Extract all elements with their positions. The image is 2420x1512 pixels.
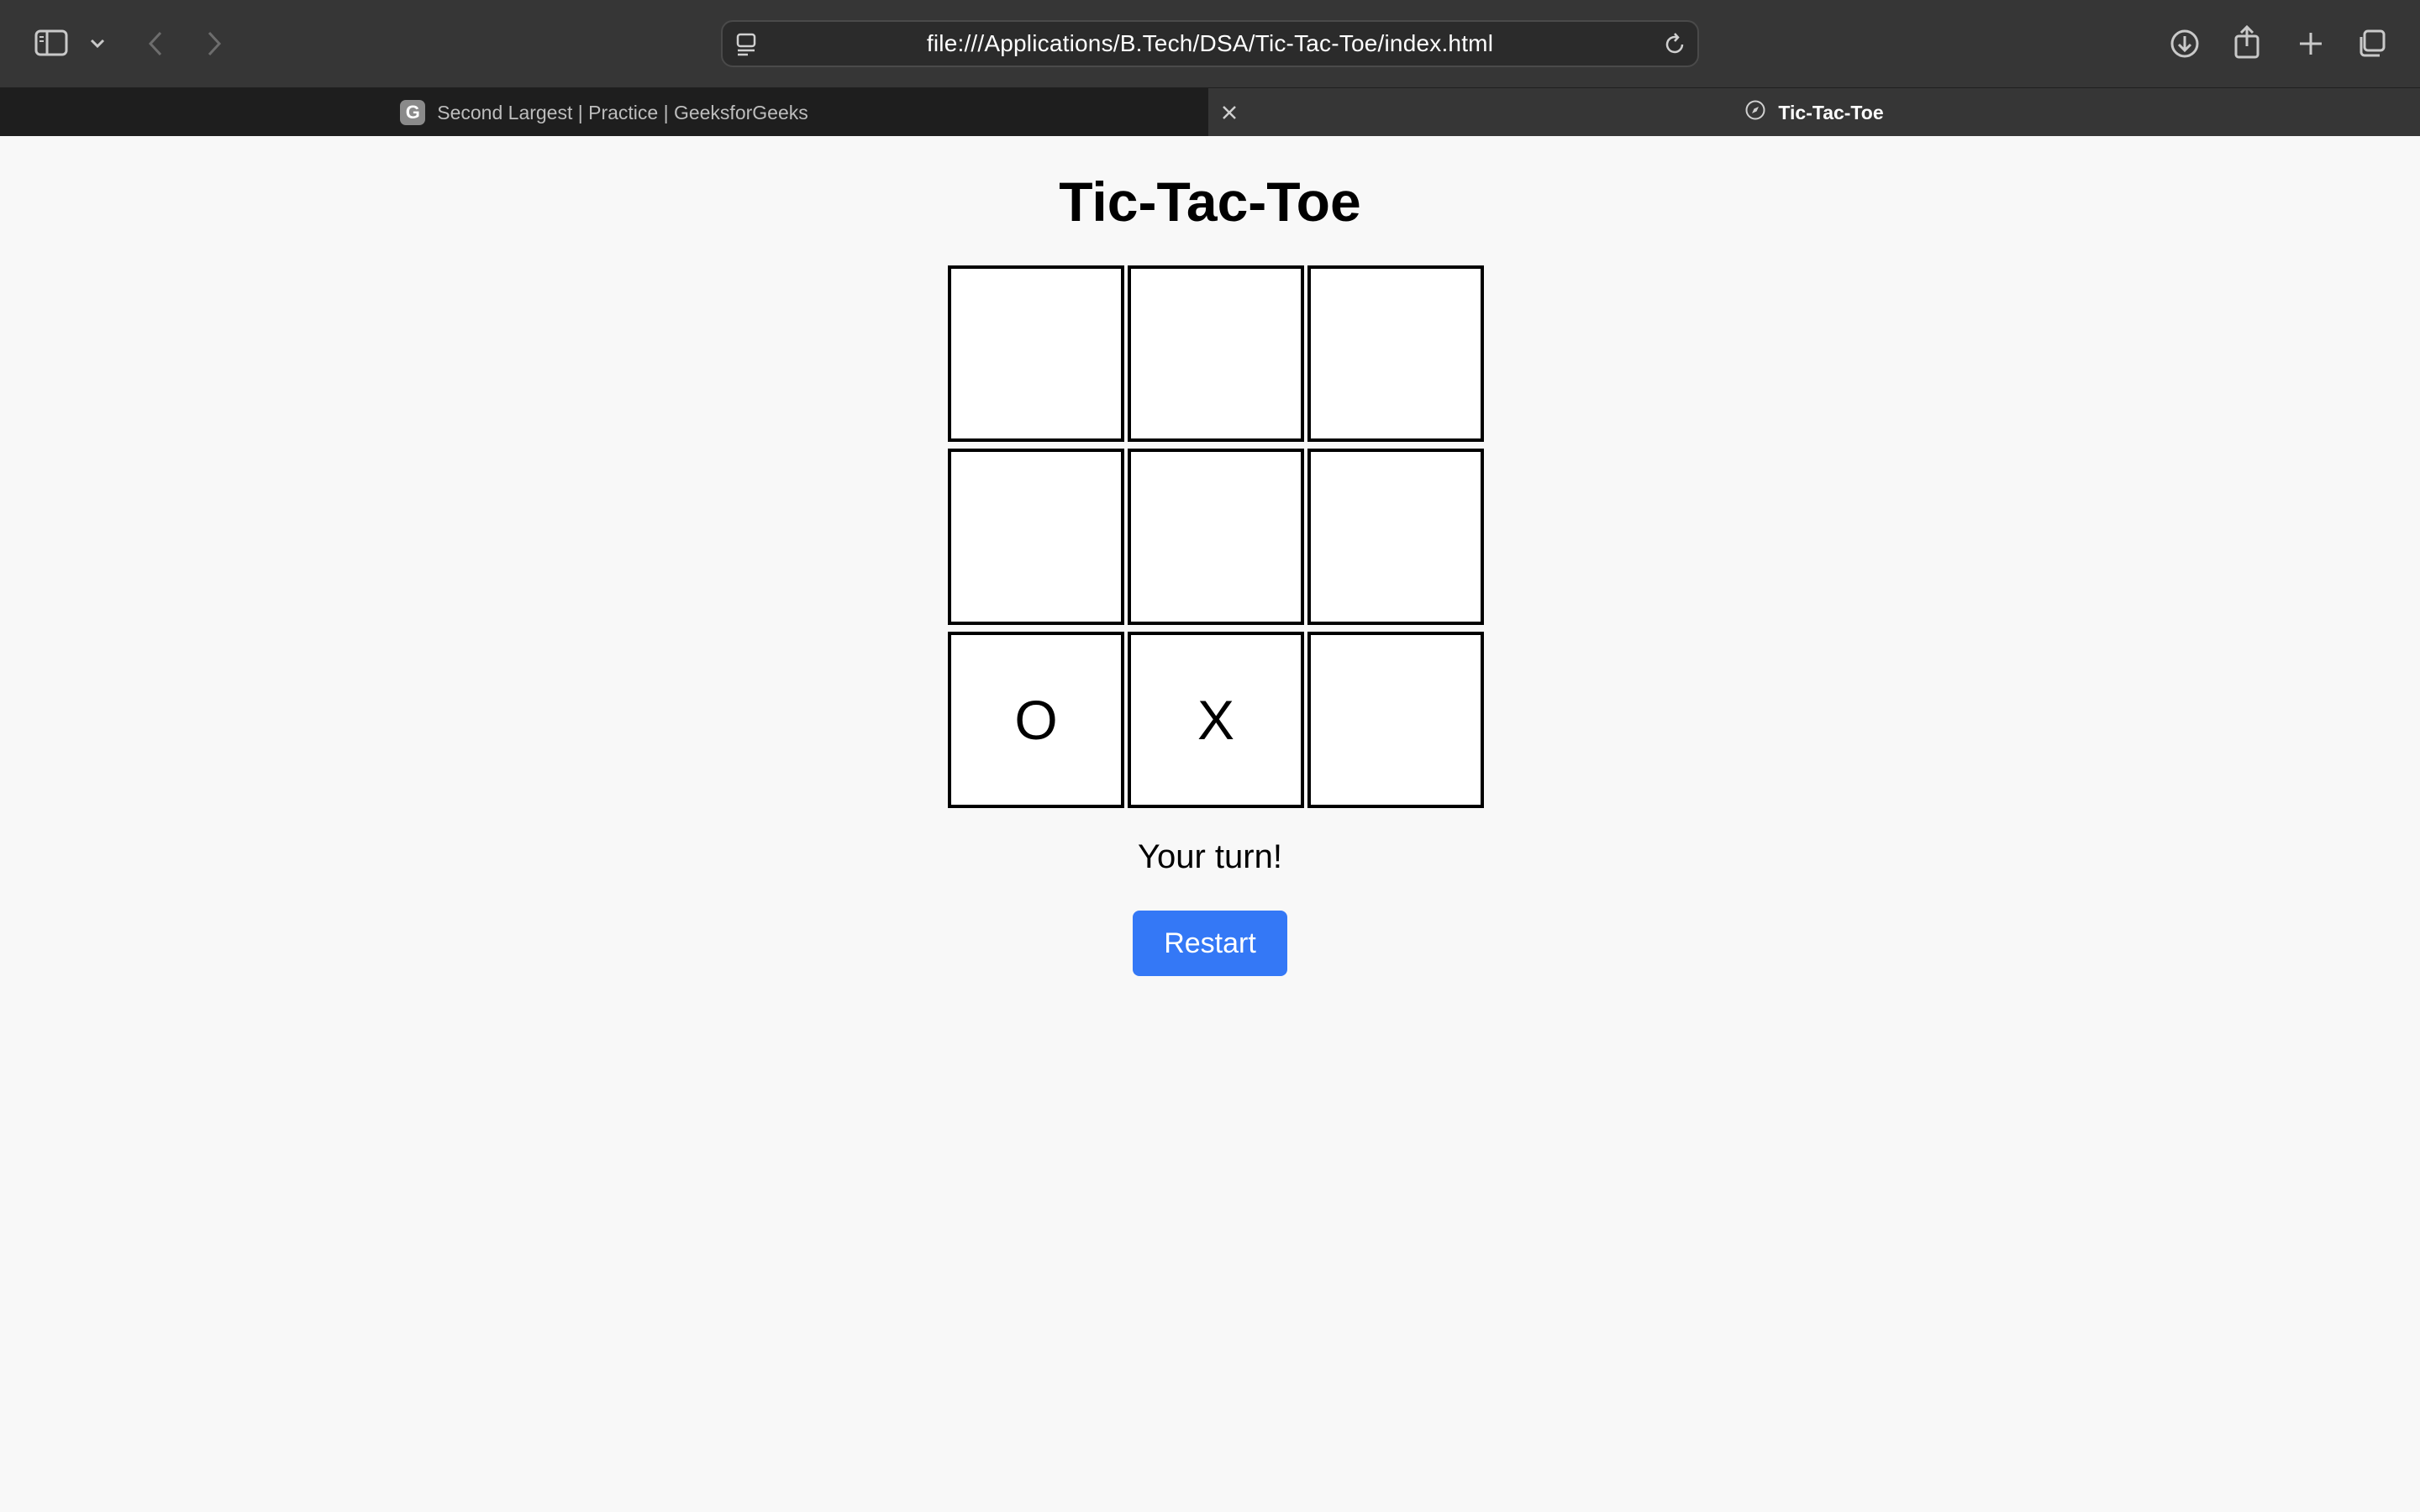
tab-tic-tac-toe[interactable]: Tic-Tac-Toe <box>1208 88 2420 137</box>
page-title: Tic-Tac-Toe <box>1059 171 1361 233</box>
board-cell-5[interactable] <box>1128 449 1304 625</box>
address-bar[interactable]: file:///Applications/B.Tech/DSA/Tic-Tac-… <box>721 20 1699 67</box>
board-cell-6[interactable] <box>1307 449 1484 625</box>
board-cell-3[interactable] <box>1307 265 1484 442</box>
restart-button[interactable]: Restart <box>1133 911 1287 976</box>
geeksforgeeks-favicon-icon: G <box>400 100 426 125</box>
downloads-icon[interactable] <box>2168 27 2202 60</box>
close-tab-icon[interactable] <box>1217 100 1242 125</box>
page-content: Tic-Tac-Toe O X Your turn! Restart <box>0 136 2420 1512</box>
tab-bar: G Second Largest | Practice | GeeksforGe… <box>0 87 2420 137</box>
game-board: O X <box>948 265 1484 808</box>
sidebar-toggle-icon[interactable] <box>34 29 69 57</box>
board-cell-2[interactable] <box>1128 265 1304 442</box>
new-tab-icon[interactable] <box>2294 27 2328 60</box>
compass-icon <box>1744 99 1766 126</box>
browser-toolbar: file:///Applications/B.Tech/DSA/Tic-Tac-… <box>0 0 2420 87</box>
forward-icon[interactable] <box>202 27 227 60</box>
board-cell-4[interactable] <box>948 449 1124 625</box>
back-icon[interactable] <box>143 27 168 60</box>
game-status: Your turn! <box>1138 838 1282 875</box>
tab-second-largest[interactable]: G Second Largest | Practice | GeeksforGe… <box>0 88 1208 137</box>
share-icon[interactable] <box>2232 24 2262 60</box>
tab-overview-icon[interactable] <box>2354 27 2388 60</box>
reload-icon[interactable] <box>1660 30 1689 59</box>
tab-label: Second Largest | Practice | GeeksforGeek… <box>437 101 808 123</box>
url-text[interactable]: file:///Applications/B.Tech/DSA/Tic-Tac-… <box>723 22 1697 66</box>
board-cell-9[interactable] <box>1307 632 1484 808</box>
board-cell-1[interactable] <box>948 265 1124 442</box>
board-cell-8[interactable]: X <box>1128 632 1304 808</box>
tab-label: Tic-Tac-Toe <box>1778 101 1884 123</box>
chevron-down-icon[interactable] <box>87 34 108 54</box>
board-cell-7[interactable]: O <box>948 632 1124 808</box>
